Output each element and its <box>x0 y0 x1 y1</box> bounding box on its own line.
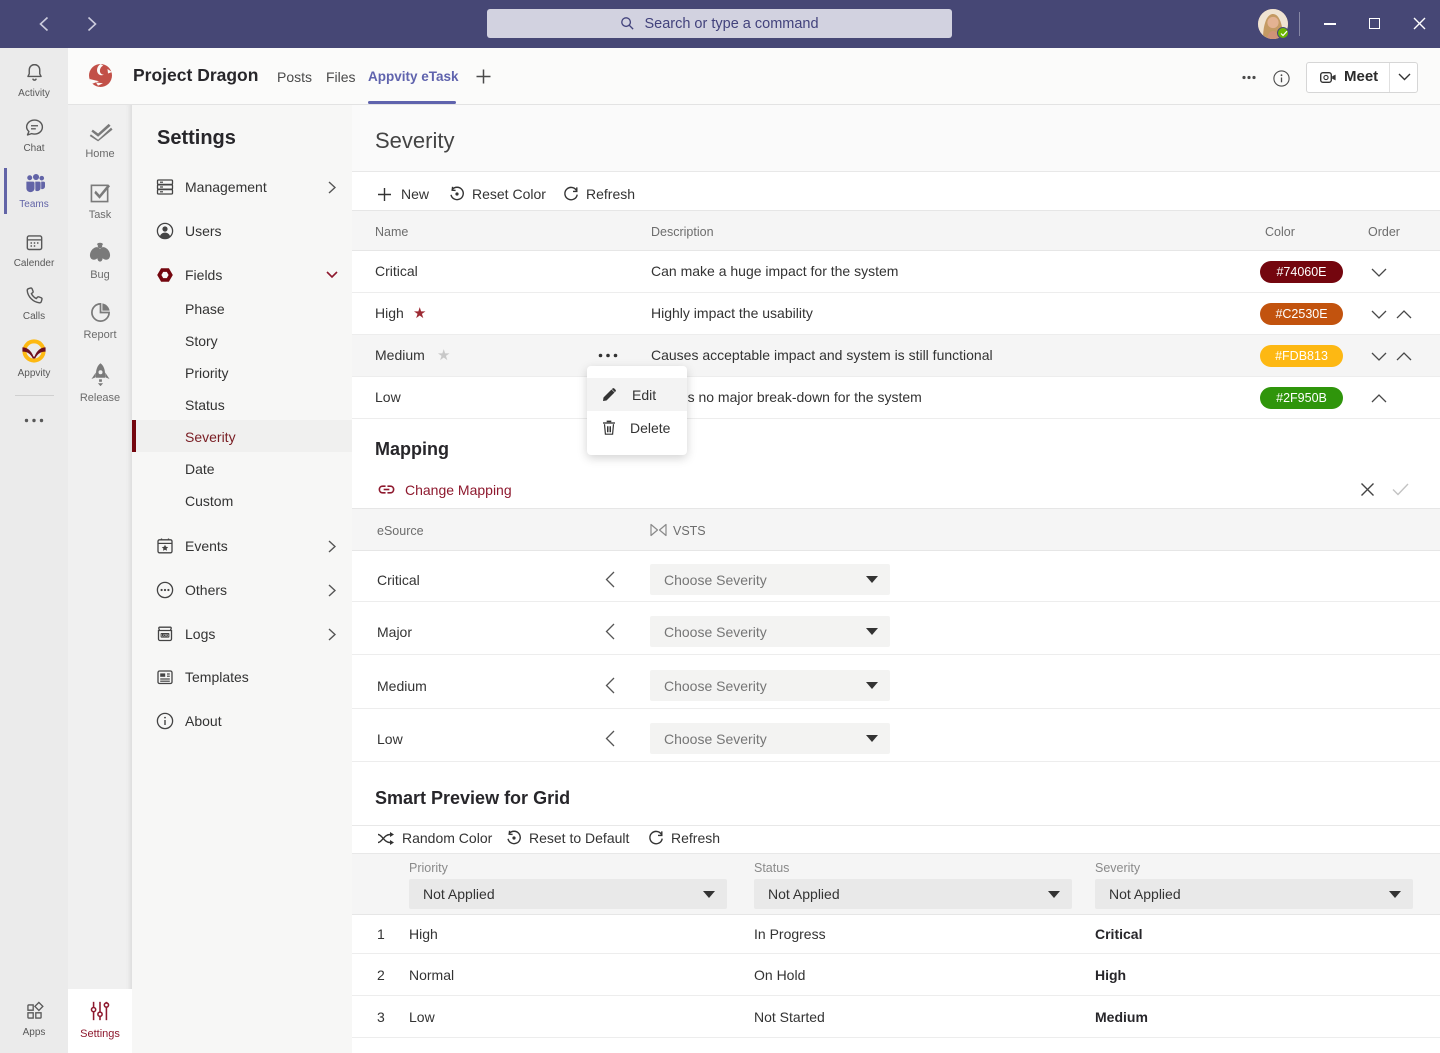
svg-text:LOG: LOG <box>161 634 169 638</box>
